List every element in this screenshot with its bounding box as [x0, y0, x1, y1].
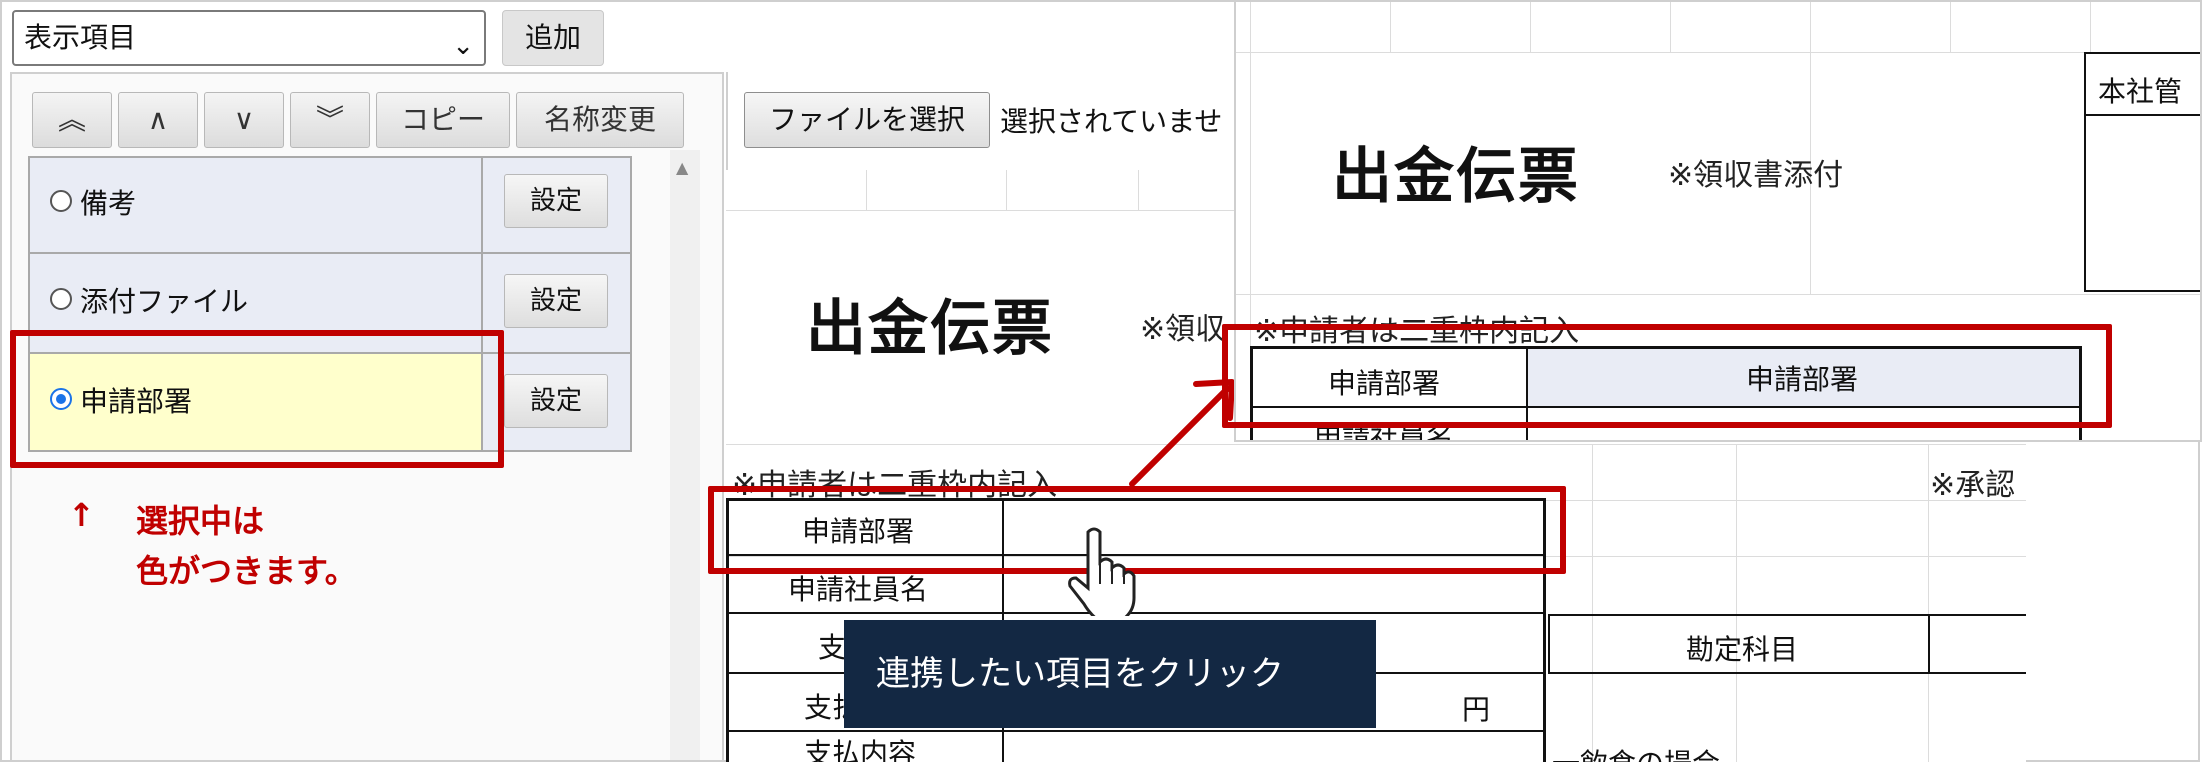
chevron-down-icon: ⌄: [452, 31, 474, 61]
setting-button[interactable]: 設定: [504, 174, 608, 228]
item-label: 備考: [80, 187, 137, 220]
table-cell-label[interactable]: 支払内容: [804, 732, 916, 762]
grid-line: [1928, 444, 1929, 762]
approval-note: ※承認: [1930, 468, 2016, 503]
grid-line: [1006, 170, 1007, 210]
display-item-select[interactable]: 表示項目 ⌄: [12, 10, 486, 66]
table-row-line: [2084, 114, 2200, 116]
copy-button[interactable]: コピー: [376, 92, 510, 148]
grid-line: [1592, 444, 1593, 762]
select-value: 表示項目: [24, 21, 137, 54]
grid-line: [1736, 444, 1737, 762]
instruction-tooltip: 連携したい項目をクリック: [844, 620, 1376, 728]
grid-line: [1530, 2, 1531, 52]
setting-button[interactable]: 設定: [504, 374, 608, 428]
grid-line: [1390, 2, 1391, 52]
radio-button[interactable]: [50, 190, 72, 212]
setting-button[interactable]: 設定: [504, 274, 608, 328]
selected-item-callout-box: [10, 330, 504, 468]
grid-line: [726, 444, 2026, 445]
table-col-line: [1928, 614, 1930, 674]
annotation-line-1: 選択中は: [136, 502, 265, 540]
row-divider: [28, 252, 632, 254]
item-label: 添付ファイル: [80, 285, 249, 318]
rename-button[interactable]: 名称変更: [516, 92, 684, 148]
list-item[interactable]: 備考: [32, 160, 472, 248]
grid-line: [1950, 2, 1951, 52]
grid-line: [1810, 2, 1811, 294]
pointer-hand-icon: [1068, 527, 1136, 616]
zoom-title: 出金伝票: [1332, 142, 1580, 212]
footer-note: 一飲食の場合: [1552, 742, 1720, 762]
table-cell-label[interactable]: 支: [818, 626, 846, 666]
zoom-receipt-note: ※領収書添付: [1668, 158, 1844, 193]
zoom-callout-box: [1222, 324, 2112, 428]
grid-line: [2090, 2, 2091, 52]
sheet-title: 出金伝票: [806, 294, 1054, 364]
move-bottom-button[interactable]: ︾: [290, 92, 370, 148]
grid-line: [1236, 294, 2200, 295]
table-row-line: [726, 612, 1546, 614]
add-button[interactable]: 追加: [502, 10, 604, 66]
file-status-text: 選択されていませ: [1000, 105, 1223, 138]
grid-line: [1236, 52, 2200, 53]
annotation-line-2: 色がつきます。: [136, 552, 357, 590]
up-arrow-icon: ↑: [68, 496, 95, 534]
move-up-button[interactable]: ∧: [118, 92, 198, 148]
target-cell-callout-box: [708, 486, 1566, 574]
choose-file-button[interactable]: ファイルを選択: [744, 92, 990, 148]
grid-line: [1138, 170, 1139, 210]
yen-label: 円: [1462, 693, 1491, 726]
head-office-label: 本社管: [2098, 75, 2183, 108]
move-down-button[interactable]: ∨: [204, 92, 284, 148]
scroll-up-arrow-icon[interactable]: ▲: [676, 158, 688, 177]
grid-line: [1670, 2, 1671, 52]
grid-line: [866, 170, 867, 210]
list-scrollbar[interactable]: [670, 150, 700, 760]
receipt-note: ※領収: [1140, 312, 1226, 347]
radio-button[interactable]: [50, 288, 72, 310]
account-title-label: 勘定科目: [1685, 633, 1798, 666]
move-top-button[interactable]: ︽: [32, 92, 112, 148]
table-cell-label[interactable]: 申請社員名: [788, 568, 928, 608]
